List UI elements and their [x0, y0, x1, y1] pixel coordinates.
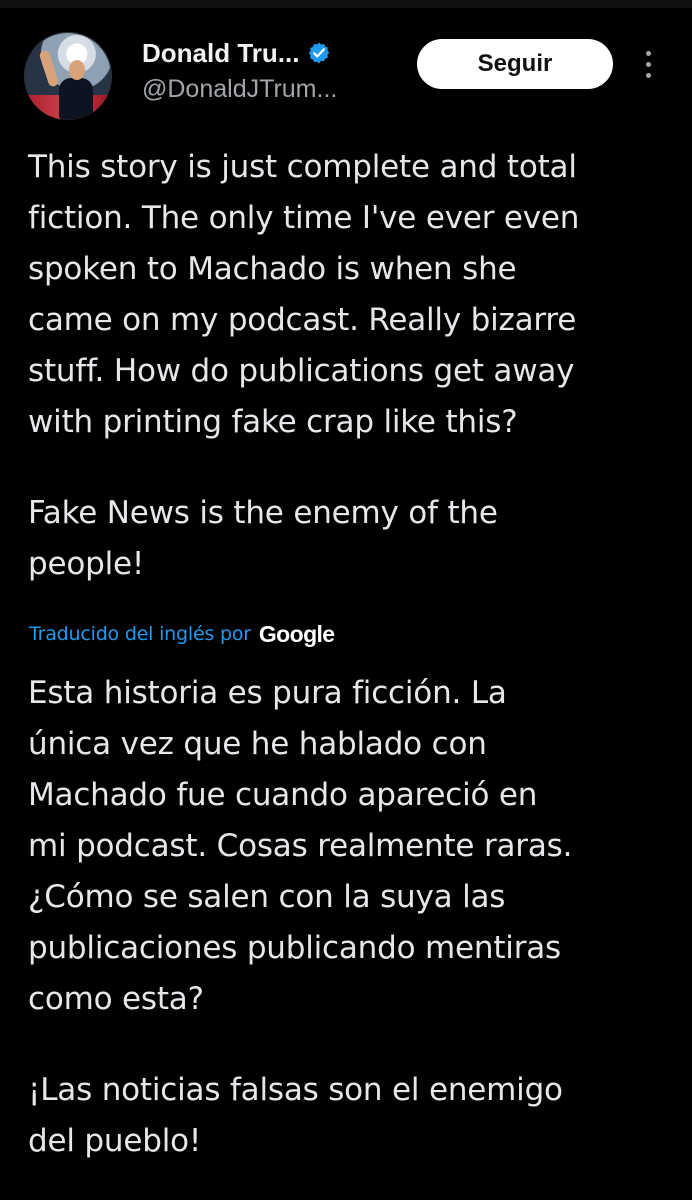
translated-tweet-text: Esta historia es pura ficción. La única … [28, 668, 674, 1167]
author-avatar[interactable] [24, 32, 112, 120]
author-info[interactable]: Donald Tru... @DonaldJTrum... [142, 34, 402, 116]
author-handle[interactable]: @DonaldJTrum... [142, 75, 402, 104]
more-dot [645, 50, 651, 56]
verified-badge-icon [309, 42, 330, 64]
follow-button[interactable]: Seguir [417, 39, 613, 89]
author-display-name[interactable]: Donald Tru... [142, 38, 299, 69]
more-dot [645, 61, 651, 67]
more-dot [645, 72, 651, 78]
translated-paragraph-2: ¡Las noticias falsas son el enemigo del … [28, 1072, 563, 1159]
original-paragraph-2: Fake News is the enemy of the people! [28, 495, 498, 582]
display-name-row: Donald Tru... [142, 34, 402, 72]
translation-attribution[interactable]: Traducido del inglés por Google [29, 615, 469, 653]
tweet-screen: Donald Tru... @DonaldJTrum... Seguir Thi… [0, 0, 692, 1200]
avatar-figure-body [59, 78, 93, 120]
google-logo: Google [258, 620, 335, 647]
translated-paragraph-1: Esta historia es pura ficción. La única … [28, 675, 573, 1017]
tweet-header: Donald Tru... @DonaldJTrum... Seguir [0, 18, 692, 123]
vertical-more-icon[interactable] [636, 45, 660, 83]
avatar-raised-arm [38, 49, 60, 88]
original-tweet-text: This story is just complete and total fi… [28, 142, 668, 590]
translation-label[interactable]: Traducido del inglés por [29, 623, 251, 645]
status-divider [0, 0, 692, 8]
original-paragraph-1: This story is just complete and total fi… [28, 149, 580, 440]
avatar-figure-head [69, 60, 85, 80]
